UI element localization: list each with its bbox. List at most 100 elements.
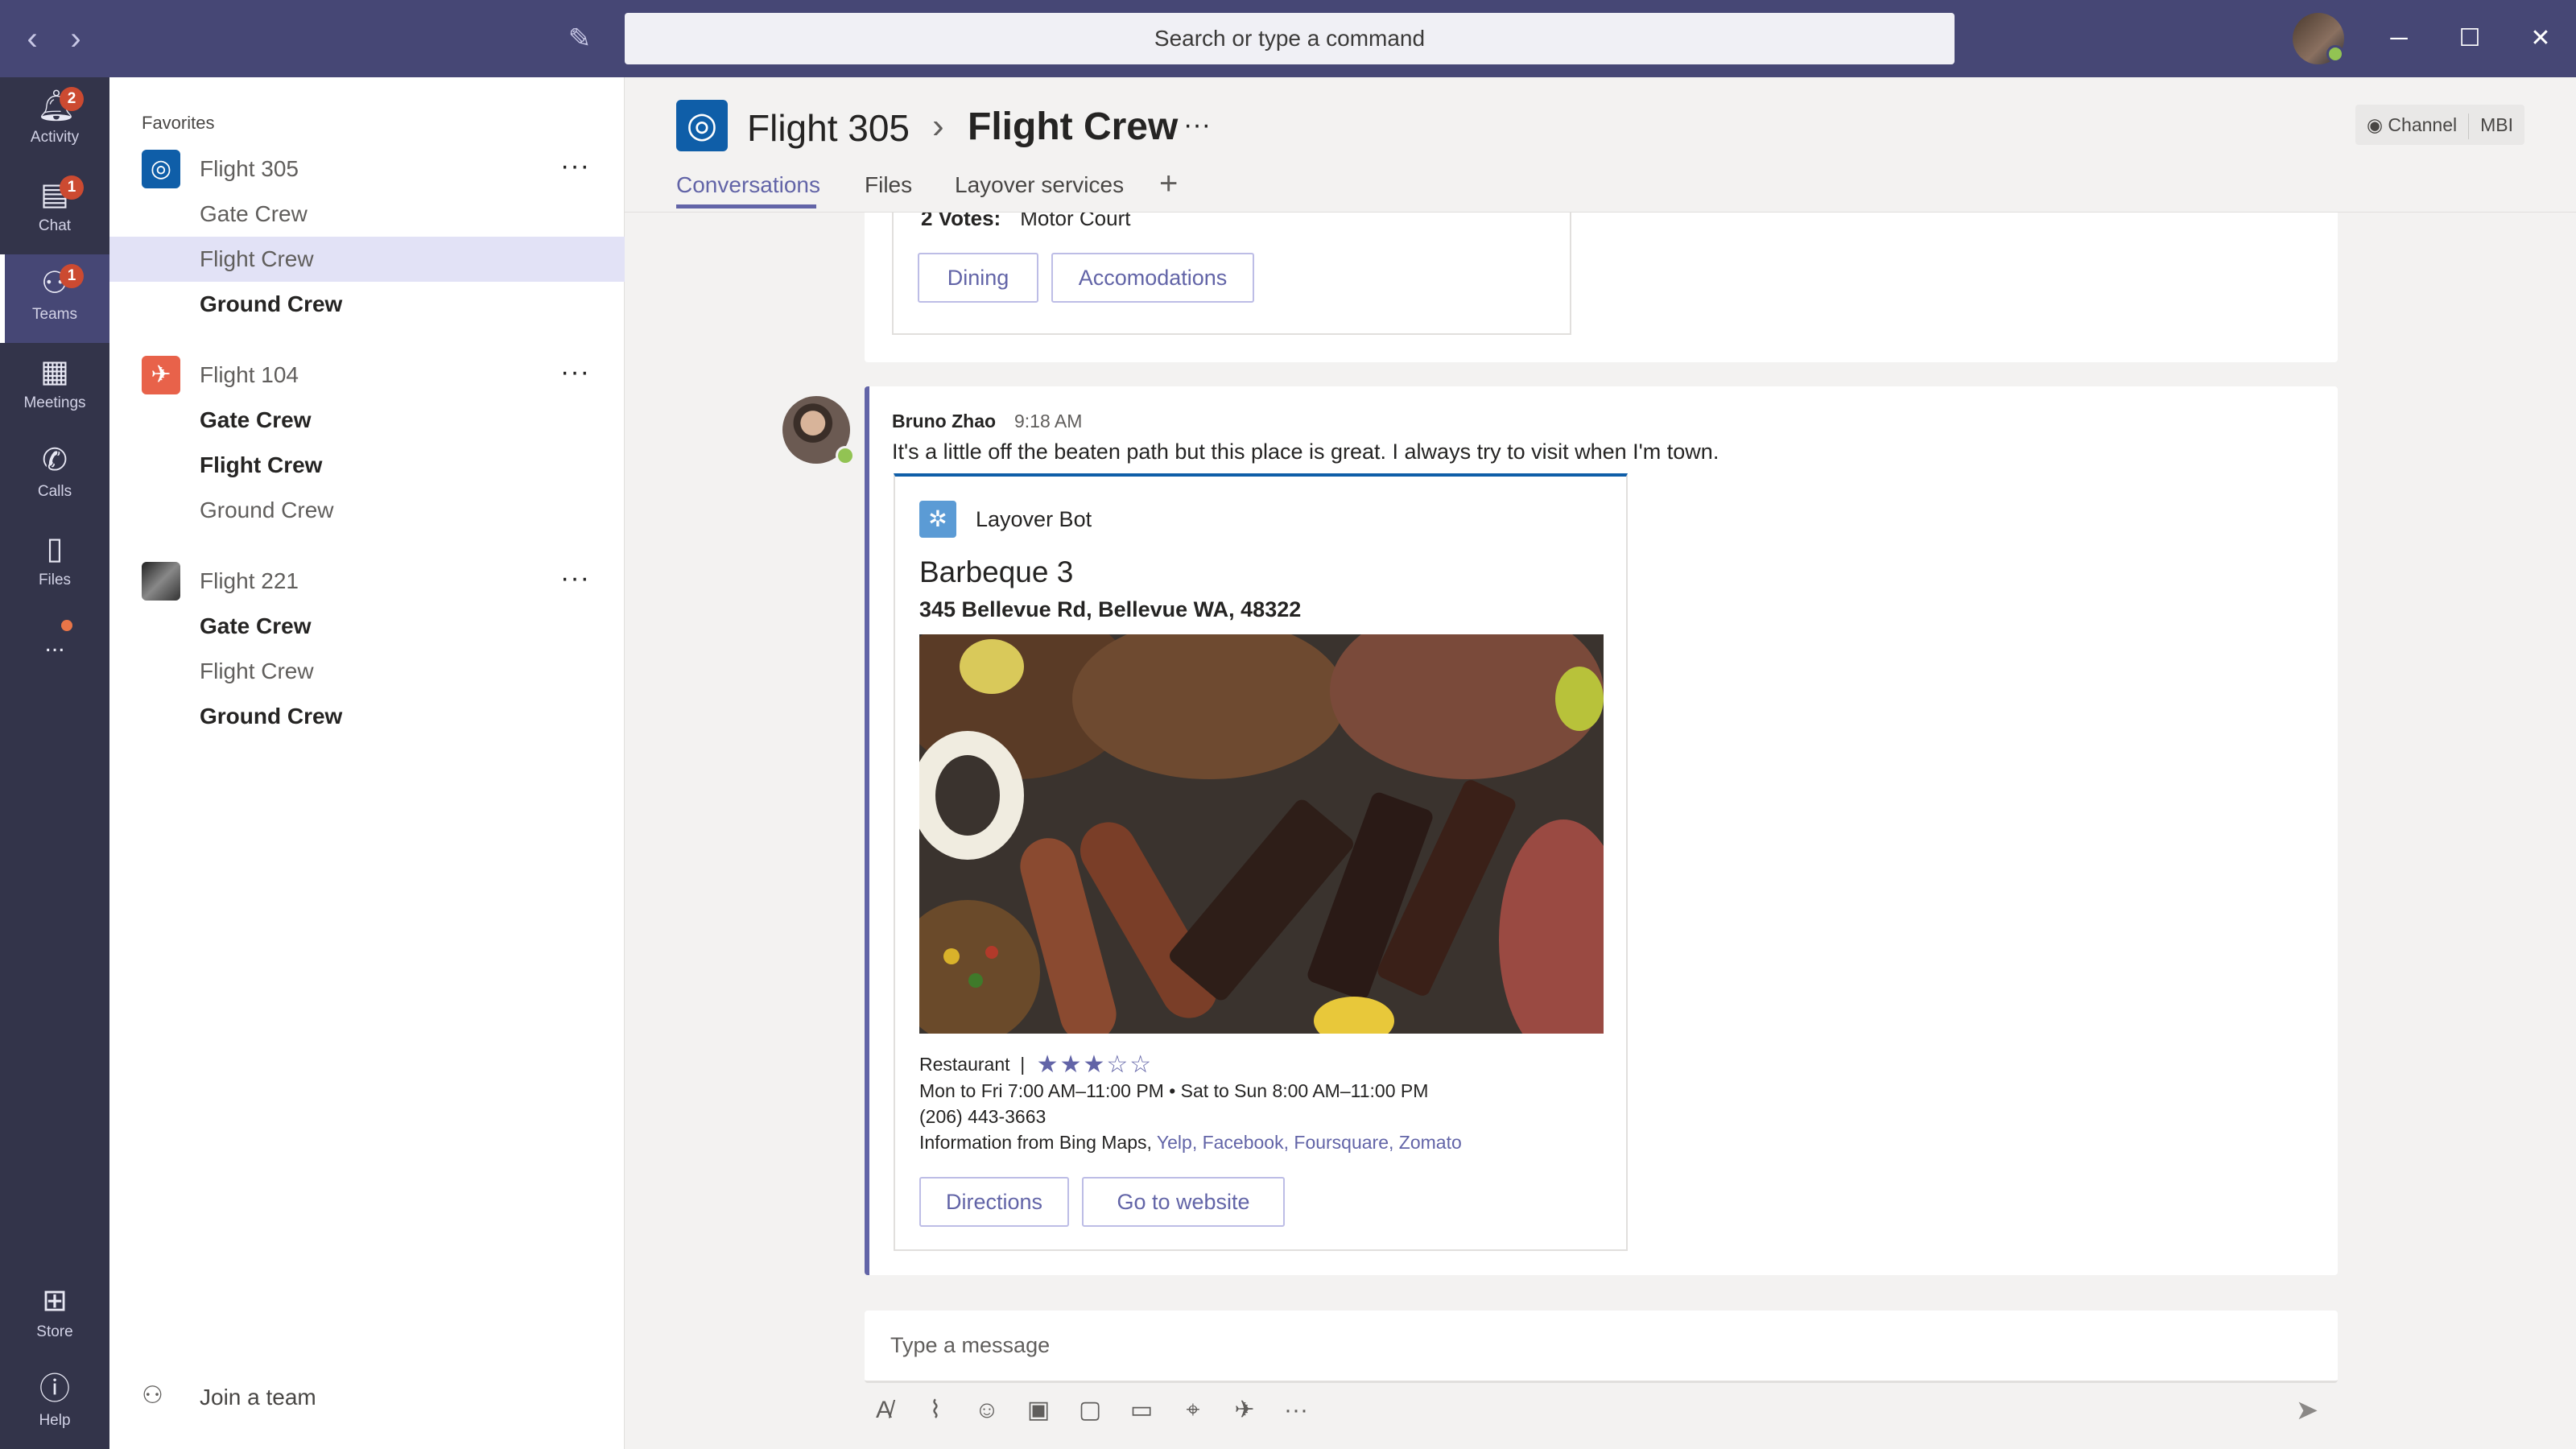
team-logo-plane-icon: ✈ — [142, 356, 180, 394]
gif-icon[interactable]: ▣ — [1019, 1391, 1058, 1430]
channel-flight-crew[interactable]: Flight Crew — [109, 237, 625, 282]
dining-button[interactable]: Dining — [918, 253, 1038, 303]
team-row-flight-221[interactable]: Flight 221 ··· — [109, 559, 625, 604]
team-logo-ring-icon: ◎ — [142, 150, 180, 188]
bot-place-card: ✲ Layover Bot Barbeque 3 345 Bellevue Rd… — [894, 473, 1628, 1251]
channel-gate-crew[interactable]: Gate Crew — [109, 604, 625, 649]
place-source: Information from Bing Maps, Yelp, Facebo… — [919, 1129, 1462, 1155]
add-people-icon: ⚇ — [142, 1382, 163, 1409]
format-icon[interactable]: A̸ — [865, 1391, 903, 1430]
place-phone: (206) 443-3663 — [919, 1106, 1046, 1127]
notification-dot — [61, 620, 72, 631]
message-author[interactable]: Bruno Zhao — [892, 411, 996, 432]
star-filled-icon: ★ — [1083, 1051, 1107, 1078]
appbar-label: Help — [39, 1412, 71, 1429]
more-options-icon[interactable]: ··· — [560, 562, 590, 594]
message-input[interactable]: Type a message — [865, 1311, 2338, 1383]
zomato-link[interactable]: Zomato — [1399, 1132, 1462, 1153]
appbar-chat[interactable]: ▤ Chat 1 — [0, 166, 109, 254]
chip-classification-label: MBI — [2480, 114, 2513, 135]
appbar-help[interactable]: ⓘ Help — [0, 1360, 109, 1449]
appbar-meetings[interactable]: ▦ Meetings — [0, 343, 109, 431]
foursquare-link[interactable]: Foursquare, — [1294, 1132, 1393, 1153]
title-bar: ‹ › ✎ Search or type a command ─ ☐ ✕ — [0, 0, 2576, 77]
team-name: Flight 305 — [200, 156, 299, 181]
tab-conversations[interactable]: Conversations — [676, 172, 820, 198]
channel-gate-crew[interactable]: Gate Crew — [109, 192, 625, 237]
appbar-more[interactable]: ... — [0, 609, 109, 686]
go-to-website-button[interactable]: Go to website — [1082, 1177, 1285, 1227]
appbar-label: Calls — [37, 483, 72, 500]
meet-now-icon[interactable]: ▭ — [1122, 1391, 1161, 1430]
tab-layover-services[interactable]: Layover services — [955, 172, 1124, 198]
place-title: Barbeque 3 — [919, 555, 1074, 588]
minimize-icon[interactable]: ─ — [2376, 16, 2421, 61]
teams-list-panel: Favorites ◎ Flight 305 ··· Gate Crew Fli… — [109, 77, 625, 1449]
appbar-label: Teams — [32, 306, 77, 323]
store-icon: ⊞ — [42, 1284, 68, 1318]
close-icon[interactable]: ✕ — [2518, 16, 2563, 61]
accomodations-button[interactable]: Accomodations — [1051, 253, 1254, 303]
channel-ground-crew[interactable]: Ground Crew — [109, 694, 625, 739]
votes-label: 2 Votes: — [921, 213, 1001, 230]
flight-app-icon[interactable]: ✈ — [1225, 1391, 1264, 1430]
source-prefix: Information from Bing Maps, — [919, 1132, 1152, 1153]
maximize-icon[interactable]: ☐ — [2447, 16, 2492, 61]
previous-message-card: 2 Votes: Motor Court Dining Accomodations — [865, 213, 2338, 362]
star-filled-icon: ★ — [1059, 1051, 1084, 1078]
team-row-flight-104[interactable]: ✈ Flight 104 ··· — [109, 353, 625, 398]
eye-icon: ◉ — [2366, 114, 2384, 135]
channel-flight-crew[interactable]: Flight Crew — [109, 443, 625, 488]
appbar-calls[interactable]: ✆ Calls — [0, 431, 109, 520]
tab-files[interactable]: Files — [865, 172, 912, 198]
channel-ground-crew[interactable]: Ground Crew — [109, 282, 625, 327]
breadcrumb-team[interactable]: Flight 305 — [747, 106, 910, 150]
appbar-teams[interactable]: ⚇ Teams 1 — [0, 254, 109, 343]
calendar-icon: ▦ — [40, 355, 69, 389]
team-row-flight-305[interactable]: ◎ Flight 305 ··· — [109, 147, 625, 192]
bot-icon: ✲ — [919, 501, 956, 538]
channel-info-chip[interactable]: ◉ Channel MBI — [2355, 105, 2524, 145]
appbar-files[interactable]: ▯ Files — [0, 520, 109, 609]
back-arrow-icon[interactable]: ‹ — [13, 19, 52, 58]
team-logo-photo-icon — [142, 562, 180, 601]
channel-name: Gate Crew — [200, 613, 312, 638]
notification-badge: 1 — [60, 264, 84, 288]
sticker-icon[interactable]: ▢ — [1071, 1391, 1109, 1430]
facebook-link[interactable]: Facebook, — [1203, 1132, 1289, 1153]
new-chat-compose-icon[interactable]: ✎ — [557, 19, 602, 58]
send-icon[interactable]: ➤ — [2288, 1391, 2326, 1430]
channel-flight-crew[interactable]: Flight Crew — [109, 649, 625, 694]
more-options-icon[interactable]: ··· — [560, 150, 590, 182]
yelp-link[interactable]: Yelp, — [1157, 1132, 1197, 1153]
appbar-label: Files — [38, 572, 72, 588]
appbar-activity[interactable]: 🔔︎ Activity 2 — [0, 77, 109, 166]
add-tab-icon[interactable]: + — [1159, 166, 1178, 202]
team-logo-ring-icon: ◎ — [676, 100, 728, 151]
join-team-label: Join a team — [200, 1385, 316, 1410]
appbar-label: Activity — [30, 129, 80, 146]
attach-icon[interactable]: ⌇ — [916, 1391, 955, 1430]
more-options-icon[interactable]: ··· — [560, 356, 590, 388]
location-icon[interactable]: ⌖ — [1174, 1391, 1212, 1430]
channel-gate-crew[interactable]: Gate Crew — [109, 398, 625, 443]
directions-button[interactable]: Directions — [919, 1177, 1069, 1227]
phone-icon: ✆ — [42, 444, 68, 477]
help-icon: ⓘ — [39, 1373, 70, 1406]
appbar-store[interactable]: ⊞ Store — [0, 1272, 109, 1360]
page-title: Flight Crew — [968, 105, 1179, 148]
emoji-icon[interactable]: ☺ — [968, 1391, 1006, 1430]
channel-ground-crew[interactable]: Ground Crew — [109, 488, 625, 533]
presence-status-icon — [836, 446, 855, 465]
place-category-rating: Restaurant | ★★★☆☆ — [919, 1051, 1154, 1078]
forward-arrow-icon[interactable]: › — [56, 19, 95, 58]
message-text: It's a little off the beaten path but th… — [892, 440, 1719, 464]
conversation-area: 2 Votes: Motor Court Dining Accomodations… — [625, 213, 2576, 1288]
message-input-placeholder: Type a message — [890, 1333, 1051, 1357]
channel-name: Ground Crew — [200, 497, 334, 522]
appbar-label: Chat — [38, 217, 72, 234]
search-input[interactable]: Search or type a command — [625, 13, 1955, 64]
more-apps-icon[interactable]: ··· — [1277, 1391, 1315, 1430]
notification-badge: 1 — [60, 175, 84, 200]
channel-more-icon[interactable]: ··· — [1183, 109, 1211, 141]
